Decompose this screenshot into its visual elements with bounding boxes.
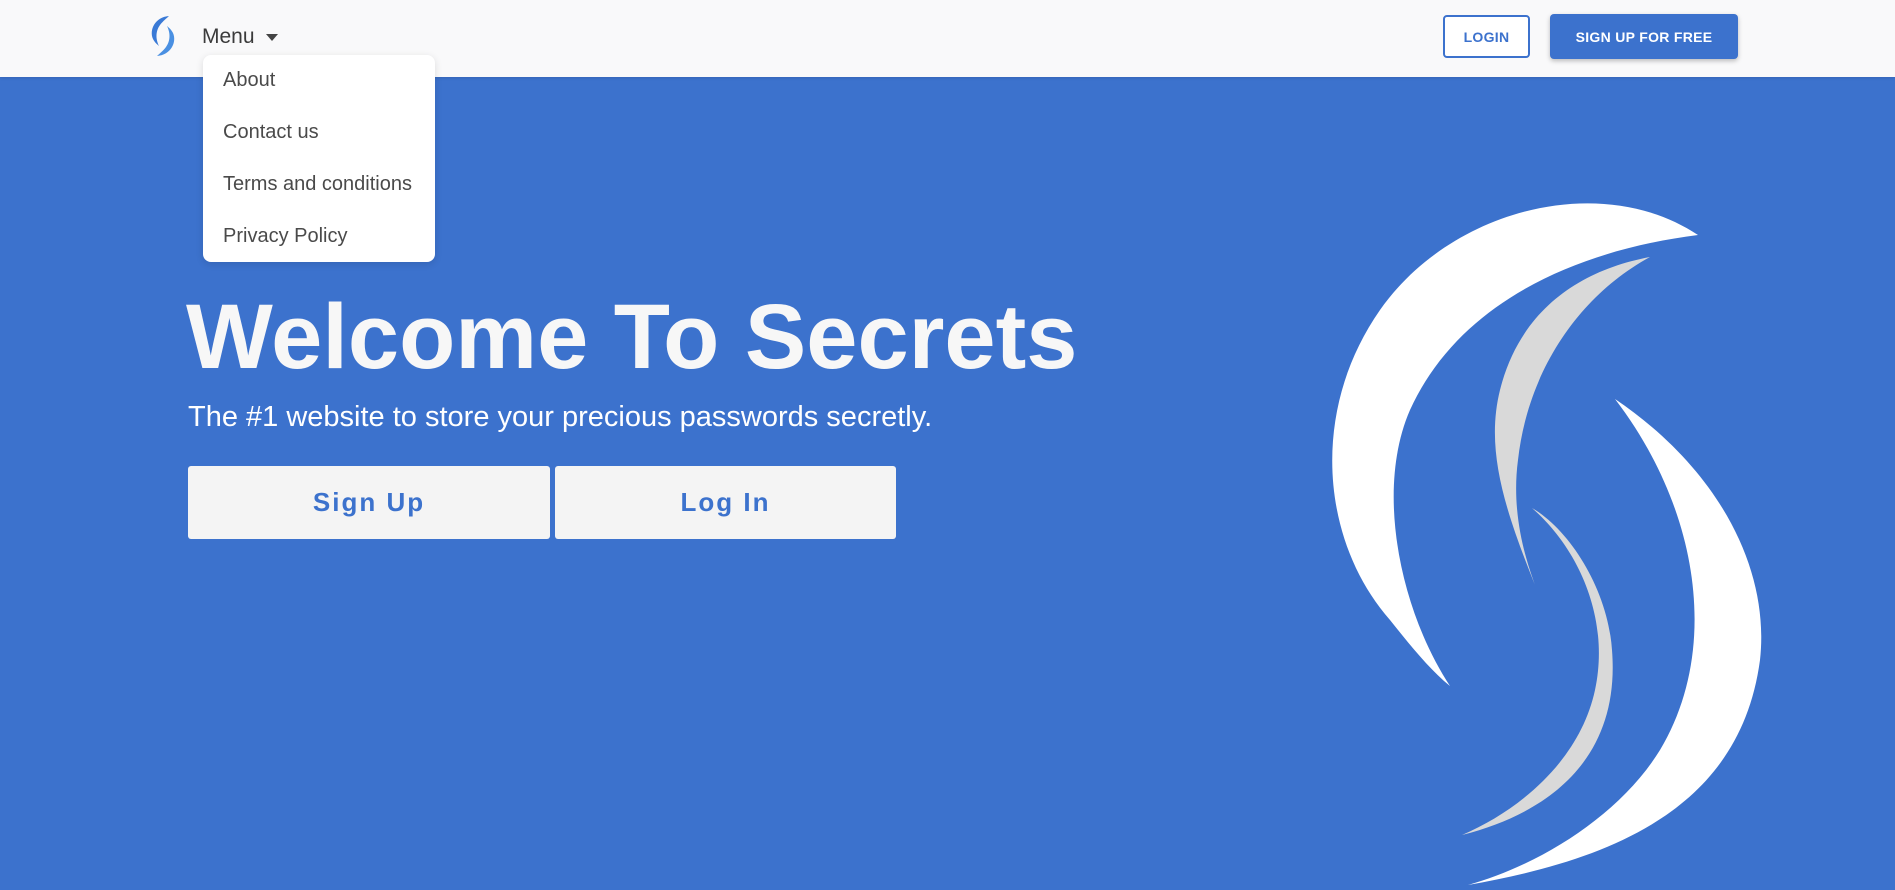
hero-title: Welcome To Secrets <box>186 286 1078 388</box>
menu-label: Menu <box>202 25 255 48</box>
signup-free-button[interactable]: SIGN UP FOR FREE <box>1550 14 1738 59</box>
hero-login-button[interactable]: Log In <box>555 466 896 539</box>
caret-down-icon <box>265 33 278 41</box>
login-button[interactable]: LOGIN <box>1443 15 1530 58</box>
hero-signup-button[interactable]: Sign Up <box>188 466 550 539</box>
dropdown-item-about[interactable]: About <box>223 69 275 92</box>
swirl-s-logo-large-icon <box>1332 203 1762 885</box>
dropdown-item-privacy[interactable]: Privacy Policy <box>223 225 347 248</box>
hero-subtitle: The #1 website to store your precious pa… <box>188 401 933 433</box>
dropdown-item-terms[interactable]: Terms and conditions <box>223 173 412 196</box>
swirl-s-logo-icon[interactable] <box>145 14 181 58</box>
menu-dropdown-toggle[interactable]: Menu <box>202 20 278 54</box>
menu-dropdown: About Contact us Terms and conditions Pr… <box>203 55 435 262</box>
dropdown-item-contact[interactable]: Contact us <box>223 121 319 144</box>
